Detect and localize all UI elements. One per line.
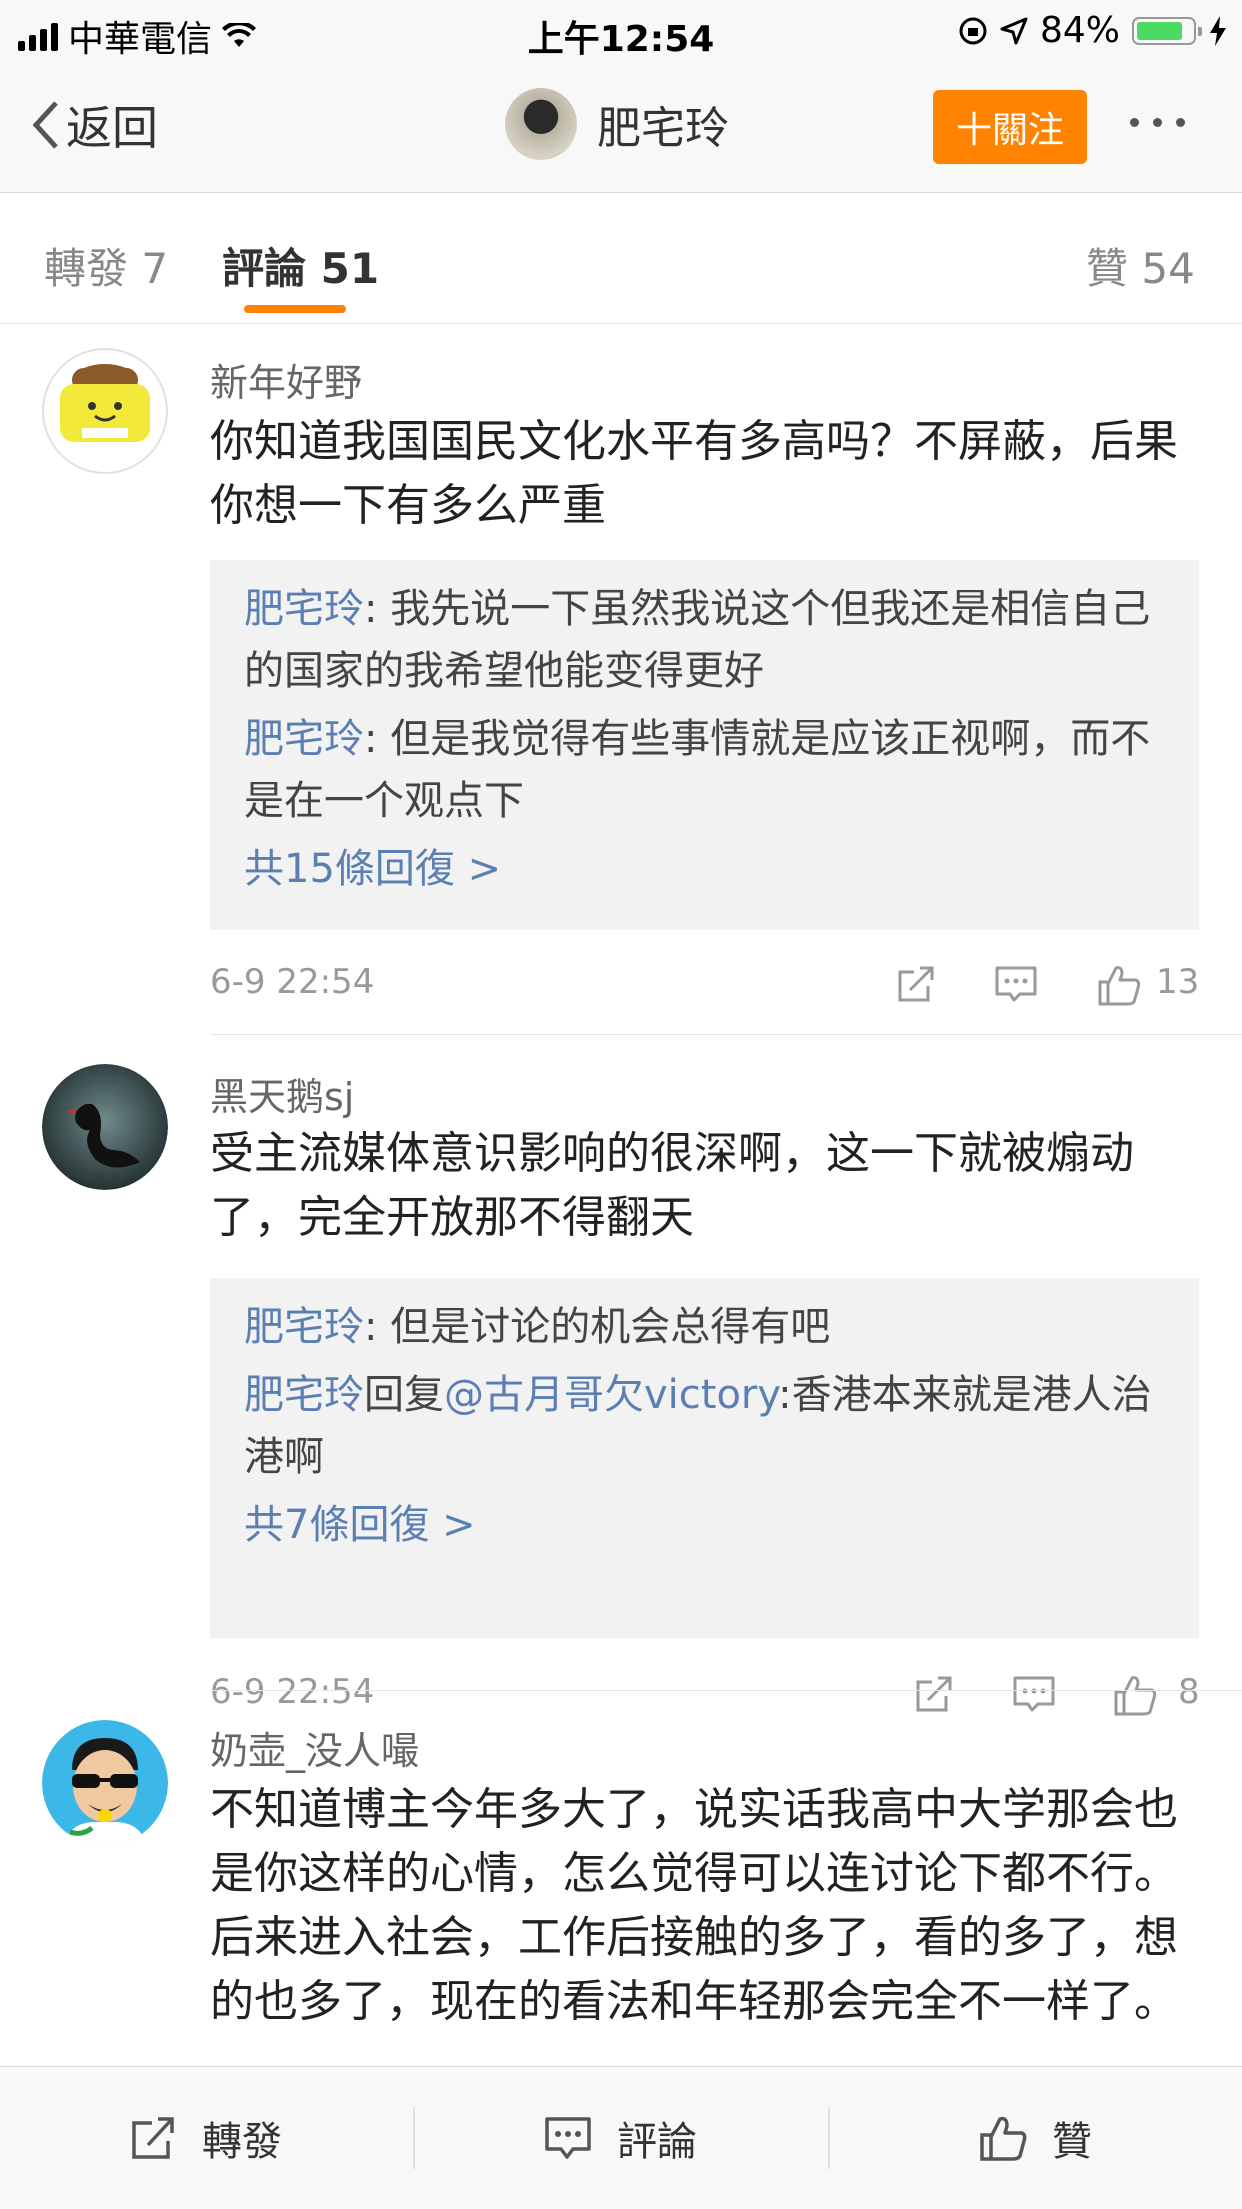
- reply-line: 肥宅玲: 但是讨论的机会总得有吧: [244, 1296, 1165, 1358]
- like-button[interactable]: 贊: [978, 2067, 1092, 2209]
- back-button[interactable]: 返回: [30, 92, 158, 158]
- top-bar: 中華電信 上午12:54 84% 返回 肥宅玲 十關注: [0, 0, 1242, 193]
- more-replies-link[interactable]: 共15條回復 >: [244, 838, 1165, 900]
- bottom-separator: [413, 2107, 415, 2169]
- reply-username[interactable]: 肥宅玲: [244, 716, 364, 762]
- like-label: 贊: [1052, 2119, 1092, 2165]
- black-swan-avatar-icon[interactable]: [42, 1064, 168, 1190]
- reply-line: 肥宅玲回复@古月哥欠victory:香港本来就是港人治港啊: [244, 1364, 1165, 1488]
- divider: [210, 1690, 1242, 1691]
- tab-likes[interactable]: 贊 54: [1086, 235, 1195, 296]
- nav-bar: 返回 肥宅玲 十關注: [0, 62, 1242, 192]
- toast-avatar-icon[interactable]: [42, 348, 168, 474]
- reply-separator: :: [364, 586, 391, 632]
- comment-meta: 6-9 22:54 8: [210, 1672, 1200, 1722]
- tab-active-indicator: [244, 305, 346, 313]
- bottom-separator: [828, 2107, 830, 2169]
- cartoon-sunglasses-avatar-icon[interactable]: [42, 1720, 168, 1846]
- comment-meta: 6-9 22:54 13: [210, 962, 1200, 1012]
- comment-text: 你知道我国国民文化水平有多高吗？不屏蔽，后果你想一下有多么严重: [210, 416, 1178, 531]
- profile-title[interactable]: 肥宅玲: [505, 88, 729, 160]
- battery-icon: [1132, 16, 1202, 45]
- tab-bar: 轉發 7 評論 51 贊 54: [0, 193, 1242, 324]
- reply-username[interactable]: 肥宅玲: [244, 1372, 364, 1418]
- battery-percent: 84%: [1039, 10, 1120, 51]
- chevron-left-icon: [32, 101, 58, 149]
- reply-mention[interactable]: @古月哥欠victory: [444, 1372, 778, 1418]
- comment-time: 6-9 22:54: [210, 1672, 375, 1712]
- reply-line: 肥宅玲: 我先说一下虽然我说这个但我还是相信自己的国家的我希望他能变得更好: [244, 578, 1165, 702]
- comment-username[interactable]: 奶壶_没人嘬: [210, 1720, 419, 1775]
- comment-icon: [545, 2117, 591, 2159]
- repost-label: 轉發: [202, 2119, 282, 2165]
- reply-box[interactable]: 肥宅玲: 但是讨论的机会总得有吧 肥宅玲回复@古月哥欠victory:香港本来就…: [210, 1278, 1199, 1638]
- bottom-action-bar: 轉發 評論 贊: [0, 2066, 1242, 2209]
- repost-icon[interactable]: [894, 962, 938, 1006]
- repost-button[interactable]: 轉發: [128, 2067, 282, 2209]
- reply-username[interactable]: 肥宅玲: [244, 1304, 364, 1350]
- like-icon[interactable]: [1112, 1672, 1158, 1718]
- rotation-lock-icon: [959, 17, 987, 44]
- back-label: 返回: [66, 101, 158, 155]
- reply-separator: :: [364, 716, 391, 762]
- comment-button[interactable]: 評論: [543, 2067, 697, 2209]
- comment-username[interactable]: 新年好野: [210, 352, 362, 407]
- location-arrow-icon: [1000, 17, 1028, 44]
- reply-box[interactable]: 肥宅玲: 我先说一下虽然我说这个但我还是相信自己的国家的我希望他能变得更好 肥宅…: [210, 560, 1199, 930]
- tab-comments[interactable]: 評論 51: [222, 235, 379, 296]
- like-icon: [980, 2116, 1027, 2161]
- charging-bolt-icon: [1210, 15, 1226, 46]
- repost-icon[interactable]: [912, 1672, 956, 1716]
- comment-label: 評論: [617, 2119, 697, 2165]
- comment-icon[interactable]: [994, 962, 1038, 1006]
- more-replies-link[interactable]: 共7條回復 >: [244, 1494, 1165, 1556]
- comment-username[interactable]: 黑天鹅sj: [210, 1066, 354, 1121]
- reply-username[interactable]: 肥宅玲: [244, 586, 364, 632]
- follow-button[interactable]: 十關注: [933, 90, 1087, 164]
- divider: [210, 1034, 1242, 1035]
- more-options-icon[interactable]: [1130, 118, 1185, 127]
- comment-time: 6-9 22:54: [210, 962, 375, 1002]
- page-title: 肥宅玲: [597, 103, 729, 154]
- like-count: 13: [1156, 962, 1200, 1002]
- comment-text: 不知道博主今年多大了，说实话我高中大学那会也是你这样的心情，怎么觉得可以连讨论下…: [210, 1784, 1178, 2027]
- reply-connector: 回复: [364, 1372, 444, 1418]
- reply-separator: :: [364, 1304, 391, 1350]
- like-icon[interactable]: [1096, 962, 1142, 1008]
- reply-text: 但是讨论的机会总得有吧: [390, 1304, 831, 1350]
- comment-text: 受主流媒体意识影响的很深啊，这一下就被煽动了，完全开放那不得翻天: [210, 1128, 1134, 1243]
- avatar[interactable]: [505, 88, 577, 160]
- comment-icon[interactable]: [1012, 1672, 1056, 1716]
- status-bar: 中華電信 上午12:54 84%: [0, 0, 1242, 62]
- status-right: 84%: [958, 10, 1228, 51]
- tab-repost[interactable]: 轉發 7: [44, 235, 168, 296]
- repost-icon: [132, 2117, 174, 2159]
- like-count: 8: [1178, 1672, 1200, 1712]
- reply-line: 肥宅玲: 但是我觉得有些事情就是应该正视啊，而不是在一个观点下: [244, 708, 1165, 832]
